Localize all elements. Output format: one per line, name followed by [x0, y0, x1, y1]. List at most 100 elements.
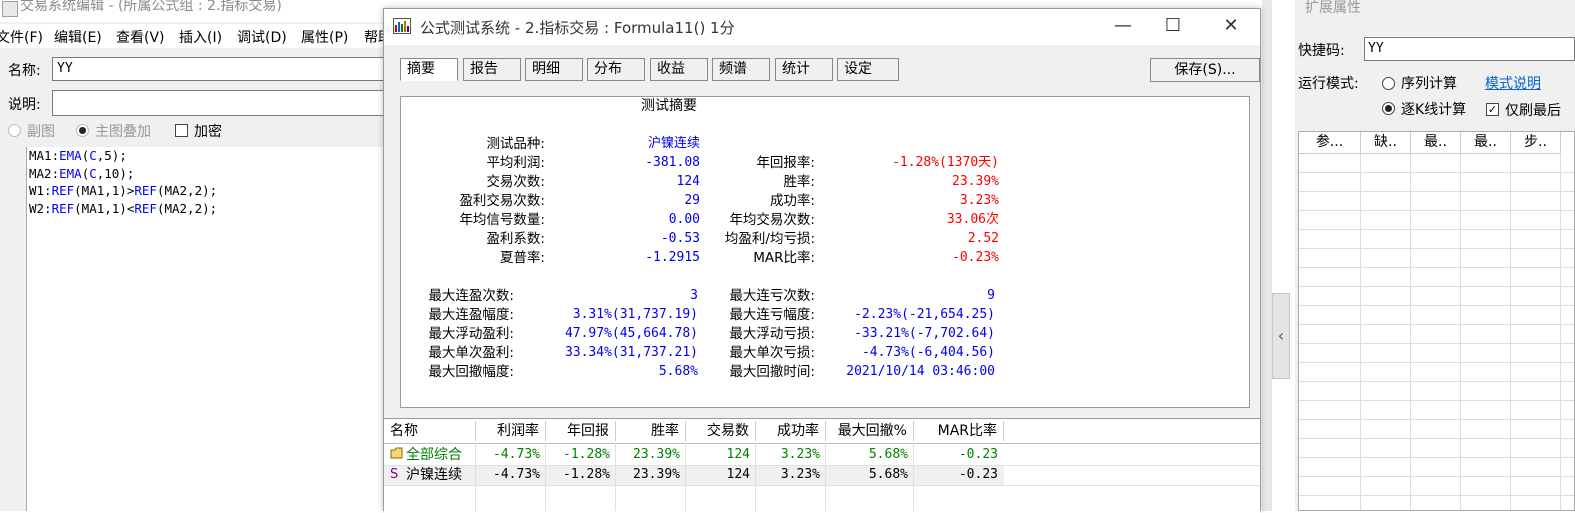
radio-subchart-label: 副图	[27, 124, 55, 140]
code-line[interactable]: W1:REF(MA1,1)>REF(MA2,2);	[27, 182, 387, 200]
radio-sequence-calc[interactable]	[1382, 77, 1395, 90]
grid-body	[1299, 154, 1574, 510]
tab-report[interactable]: 报告	[463, 58, 521, 81]
radio-main-overlay[interactable]	[76, 124, 89, 137]
column-divider	[685, 443, 686, 511]
grid-row-line	[1299, 248, 1574, 249]
grid-header-min[interactable]: 最..	[1411, 132, 1461, 154]
code-line[interactable]: MA1:EMA(C,5);	[27, 147, 387, 165]
stat-left-2-label: 交易次数:	[486, 174, 545, 190]
param-grid[interactable]: 参... 缺.. 最.. 最.. 步..	[1298, 131, 1575, 511]
tab-summary[interactable]: 摘要	[400, 58, 458, 81]
grid-header-max[interactable]: 最..	[1461, 132, 1511, 154]
shortcut-label: 快捷码:	[1298, 43, 1345, 59]
summary-content: 测试品种: 沪镍连续 平均利润: -381.08 交易次数: 124 盈利交易次数: 29 年均…	[401, 97, 1249, 407]
encrypt-checkbox[interactable]	[175, 124, 188, 137]
code-editor[interactable]: MA1:EMA(C,5); MA2:EMA(C,10); W1:REF(MA1,1)…	[26, 147, 387, 511]
code-line[interactable]: MA2:EMA(C,10);	[27, 165, 387, 183]
menu-insert[interactable]: 插入(I)	[179, 27, 222, 47]
stat-right2-3-label: 最大单次亏损:	[729, 345, 815, 361]
code-text: MA2:	[29, 165, 60, 181]
stat-right-4-value: 2.52	[967, 231, 999, 246]
grid-header-param[interactable]: 参...	[1299, 132, 1361, 154]
app-icon	[2, 1, 18, 17]
refresh-last-label: 仅刷最后	[1505, 103, 1561, 119]
stat-right-5-value: -0.23%	[952, 250, 999, 265]
dialog-title: 公式测试系统 - 2.指标交易 : Formula11() 1分	[420, 19, 735, 37]
editor-title-bar: 交易系统编辑 - (所属公式组 : 2.指标交易)	[0, 0, 386, 22]
menu-debug[interactable]: 调试(D)	[237, 27, 287, 47]
code-keyword: REF	[134, 200, 157, 216]
grid-row-line	[1299, 172, 1574, 173]
stat-left2-2-value: 47.97%(45,664.78)	[564, 326, 698, 341]
stat-left-5-value: -0.53	[660, 231, 700, 246]
tab-settings[interactable]: 设定	[837, 58, 899, 81]
table-header-7[interactable]: MAR比率	[914, 421, 1004, 441]
minimize-button[interactable]: —	[1100, 9, 1146, 43]
stat-left2-1-label: 最大连盈幅度:	[428, 307, 514, 323]
code-gutter	[0, 147, 26, 511]
table-cell: 3.23%	[780, 447, 820, 462]
refresh-last-checkbox[interactable]: ✓	[1486, 103, 1499, 116]
table-cell: -0.23	[958, 467, 998, 482]
stat-left2-3-label: 最大单次盈利:	[428, 345, 514, 361]
name-label: 名称:	[8, 63, 41, 79]
splitter[interactable]	[1262, 0, 1272, 511]
summary-panel: 测试摘要 测试品种: 沪镍连续 平均利润: -381.08 交易次数: 124 盈利交易次数…	[400, 96, 1250, 408]
grid-row-line	[1299, 191, 1574, 192]
close-button[interactable]: ✕	[1208, 9, 1254, 43]
table-header-6[interactable]: 最大回撤%	[826, 421, 914, 441]
column-divider	[913, 443, 914, 511]
radio-bar-by-bar[interactable]	[1382, 102, 1395, 115]
code-text: MA1:	[29, 148, 60, 163]
table-cell: 3.23%	[780, 467, 820, 482]
code-keyword: EMA	[59, 165, 82, 181]
stat-right-3-label: 年均交易次数:	[729, 212, 815, 228]
result-table: 名称 利润率 年回报 胜率 交易数 成功率 最大回撤% MAR比率 全部综合 -4.73% -1.2…	[384, 418, 1260, 513]
menu-view[interactable]: 查看(V)	[116, 27, 165, 47]
run-mode-label: 运行模式:	[1298, 76, 1359, 92]
tab-statistics[interactable]: 统计	[775, 58, 833, 81]
table-cell: 124	[726, 447, 750, 462]
grid-row-line	[1299, 343, 1574, 344]
tab-spectrum[interactable]: 频谱	[712, 58, 770, 81]
table-header-2[interactable]: 年回报	[546, 421, 616, 441]
stat-right-0-value: -1.28%(1370天)	[892, 155, 999, 170]
table-cell: -1.28%	[563, 447, 610, 462]
formula-editor-window: 交易系统编辑 - (所属公式组 : 2.指标交易) 文件(F) 编辑(E) 查看…	[0, 0, 392, 511]
grid-row-line	[1299, 305, 1574, 306]
table-header-0[interactable]: 名称	[384, 421, 476, 441]
table-header-3[interactable]: 胜率	[616, 421, 686, 441]
stat-right2-4-label: 最大回撤时间:	[729, 364, 815, 380]
collapse-panel-handle[interactable]: ‹	[1272, 293, 1290, 379]
tab-returns[interactable]: 收益	[650, 58, 708, 81]
grid-header-step[interactable]: 步..	[1511, 132, 1561, 154]
tab-detail[interactable]: 明细	[525, 58, 583, 81]
stat-right2-0-label: 最大连亏次数:	[729, 288, 815, 304]
code-text: W2:	[29, 200, 52, 216]
code-text: W1:	[29, 183, 52, 198]
name-input[interactable]: YY	[52, 57, 386, 81]
table-header-5[interactable]: 成功率	[756, 421, 826, 441]
mode-help-link[interactable]: 模式说明	[1485, 73, 1541, 93]
tab-distribution[interactable]: 分布	[587, 58, 645, 81]
grid-header-default[interactable]: 缺..	[1361, 132, 1411, 154]
column-divider	[475, 443, 476, 511]
maximize-button[interactable]: ☐	[1150, 9, 1196, 43]
shortcut-input[interactable]: YY	[1364, 37, 1575, 61]
editor-menubar: 文件(F) 编辑(E) 查看(V) 插入(I) 调试(D) 属性(P) 帮助	[0, 24, 392, 48]
stat-left2-3-value: 33.34%(31,737.21)	[564, 345, 698, 360]
radio-subchart[interactable]	[8, 124, 21, 137]
table-header-1[interactable]: 利润率	[476, 421, 546, 441]
code-keyword: REF	[134, 183, 157, 198]
formula-test-dialog: 公式测试系统 - 2.指标交易 : Formula11() 1分 — ☐ ✕ 摘…	[383, 8, 1261, 513]
save-button[interactable]: 保存(S)...	[1150, 58, 1260, 82]
menu-properties[interactable]: 属性(P)	[301, 27, 348, 47]
menu-edit[interactable]: 编辑(E)	[54, 27, 102, 47]
code-line[interactable]: W2:REF(MA1,1)<REF(MA2,2);	[27, 200, 387, 218]
stat-right2-1-value: -2.23%(-21,654.25)	[854, 307, 995, 322]
desc-input[interactable]	[52, 90, 386, 116]
table-header-4[interactable]: 交易数	[686, 421, 756, 441]
grid-row-line	[1299, 362, 1574, 363]
menu-file[interactable]: 文件(F)	[0, 27, 43, 47]
